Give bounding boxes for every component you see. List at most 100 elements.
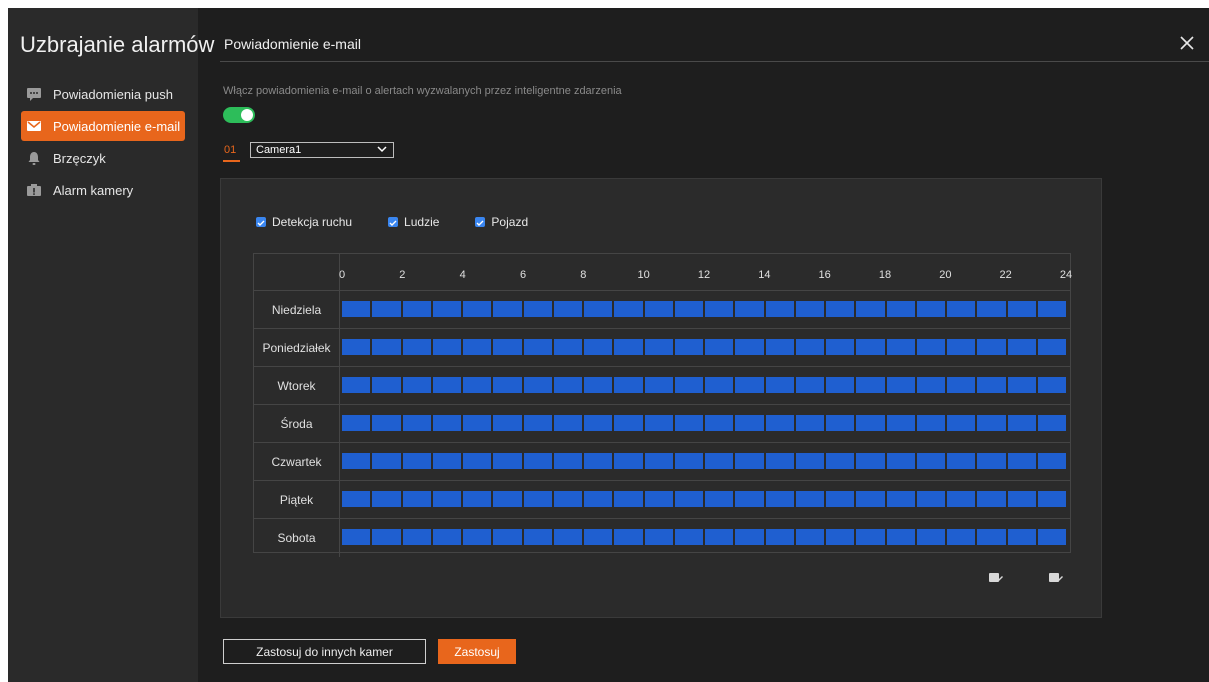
schedule-slot[interactable] [826, 453, 855, 469]
schedule-slot[interactable] [614, 529, 643, 545]
schedule-slot[interactable] [372, 339, 401, 355]
schedule-slot[interactable] [886, 491, 915, 507]
schedule-slot[interactable] [553, 339, 582, 355]
schedule-slot[interactable] [523, 415, 552, 431]
schedule-slot[interactable] [1007, 377, 1036, 393]
schedule-slot[interactable] [795, 453, 824, 469]
schedule-slot[interactable] [493, 377, 522, 393]
schedule-slot[interactable] [735, 453, 764, 469]
schedule-slot[interactable] [705, 377, 734, 393]
schedule-slot[interactable] [614, 339, 643, 355]
schedule-slot[interactable] [947, 491, 976, 507]
schedule-slot[interactable] [493, 339, 522, 355]
schedule-slot[interactable] [614, 377, 643, 393]
schedule-slot[interactable] [765, 453, 794, 469]
schedule-slot[interactable] [523, 453, 552, 469]
schedule-slot[interactable] [977, 453, 1006, 469]
schedule-slot[interactable] [553, 415, 582, 431]
schedule-slot[interactable] [432, 491, 461, 507]
schedule-slot[interactable] [826, 415, 855, 431]
schedule-slot[interactable] [735, 377, 764, 393]
schedule-slot[interactable] [1037, 453, 1066, 469]
schedule-slot[interactable] [705, 491, 734, 507]
schedule-slot[interactable] [402, 415, 431, 431]
schedule-slot[interactable] [584, 415, 613, 431]
schedule-slot[interactable] [523, 301, 552, 317]
checkbox[interactable] [475, 217, 486, 227]
schedule-slot[interactable] [1037, 301, 1066, 317]
schedule-slot[interactable] [826, 301, 855, 317]
schedule-slot[interactable] [886, 339, 915, 355]
schedule-slot[interactable] [886, 453, 915, 469]
schedule-slot[interactable] [1007, 491, 1036, 507]
schedule-slot[interactable] [826, 377, 855, 393]
sidebar-item-buzzer[interactable]: Brzęczyk [21, 143, 185, 173]
schedule-slot[interactable] [916, 453, 945, 469]
schedule-slot[interactable] [493, 415, 522, 431]
schedule-slot[interactable] [402, 453, 431, 469]
schedule-slot[interactable] [432, 529, 461, 545]
schedule-slot[interactable] [886, 415, 915, 431]
schedule-slot[interactable] [735, 339, 764, 355]
schedule-slot[interactable] [402, 301, 431, 317]
sidebar-item-camera-alarm[interactable]: Alarm kamery [21, 175, 185, 205]
schedule-slot[interactable] [644, 301, 673, 317]
schedule-slot[interactable] [795, 339, 824, 355]
schedule-slot[interactable] [342, 415, 371, 431]
schedule-slot[interactable] [493, 529, 522, 545]
apply-button[interactable]: Zastosuj [438, 639, 516, 664]
schedule-slot[interactable] [584, 301, 613, 317]
schedule-slot[interactable] [826, 491, 855, 507]
schedule-slot[interactable] [553, 453, 582, 469]
schedule-slot[interactable] [674, 301, 703, 317]
schedule-slot[interactable] [402, 339, 431, 355]
schedule-slot[interactable] [584, 453, 613, 469]
schedule-slot[interactable] [342, 339, 371, 355]
schedule-slot[interactable] [947, 339, 976, 355]
schedule-slot[interactable] [523, 491, 552, 507]
schedule-slot[interactable] [584, 529, 613, 545]
email-notification-toggle[interactable] [223, 107, 255, 123]
schedule-slot[interactable] [553, 529, 582, 545]
schedule-slot[interactable] [463, 377, 492, 393]
checkbox[interactable] [256, 217, 266, 227]
schedule-slot[interactable] [523, 377, 552, 393]
schedule-slot[interactable] [856, 453, 885, 469]
schedule-slot[interactable] [372, 491, 401, 507]
schedule-slot[interactable] [947, 301, 976, 317]
sidebar-item-email[interactable]: Powiadomienie e-mail [21, 111, 185, 141]
schedule-slot[interactable] [856, 529, 885, 545]
schedule-slot[interactable] [886, 301, 915, 317]
schedule-slot[interactable] [977, 529, 1006, 545]
schedule-slot[interactable] [644, 491, 673, 507]
schedule-slot[interactable] [735, 301, 764, 317]
schedule-slot[interactable] [1037, 339, 1066, 355]
schedule-slot[interactable] [342, 377, 371, 393]
schedule-slot[interactable] [432, 339, 461, 355]
schedule-slot[interactable] [947, 415, 976, 431]
schedule-slot[interactable] [705, 529, 734, 545]
schedule-slot[interactable] [916, 377, 945, 393]
schedule-slot[interactable] [372, 301, 401, 317]
schedule-slot[interactable] [916, 301, 945, 317]
schedule-slot[interactable] [372, 377, 401, 393]
schedule-slot[interactable] [432, 453, 461, 469]
schedule-slot[interactable] [644, 415, 673, 431]
schedule-slot[interactable] [795, 415, 824, 431]
schedule-slot[interactable] [916, 529, 945, 545]
schedule-slot[interactable] [584, 377, 613, 393]
filter-motion-detection[interactable]: Detekcja ruchu [256, 215, 352, 229]
schedule-slot[interactable] [463, 491, 492, 507]
schedule-slot[interactable] [432, 415, 461, 431]
schedule-slot[interactable] [1037, 491, 1066, 507]
schedule-slot[interactable] [372, 453, 401, 469]
schedule-slot[interactable] [342, 301, 371, 317]
schedule-slot[interactable] [705, 339, 734, 355]
schedule-slot[interactable] [705, 453, 734, 469]
schedule-slot[interactable] [977, 339, 1006, 355]
schedule-slot[interactable] [886, 377, 915, 393]
clear-schedule-icon[interactable] [989, 572, 1003, 584]
schedule-slot[interactable] [674, 339, 703, 355]
schedule-slot[interactable] [402, 377, 431, 393]
schedule-slot[interactable] [735, 491, 764, 507]
